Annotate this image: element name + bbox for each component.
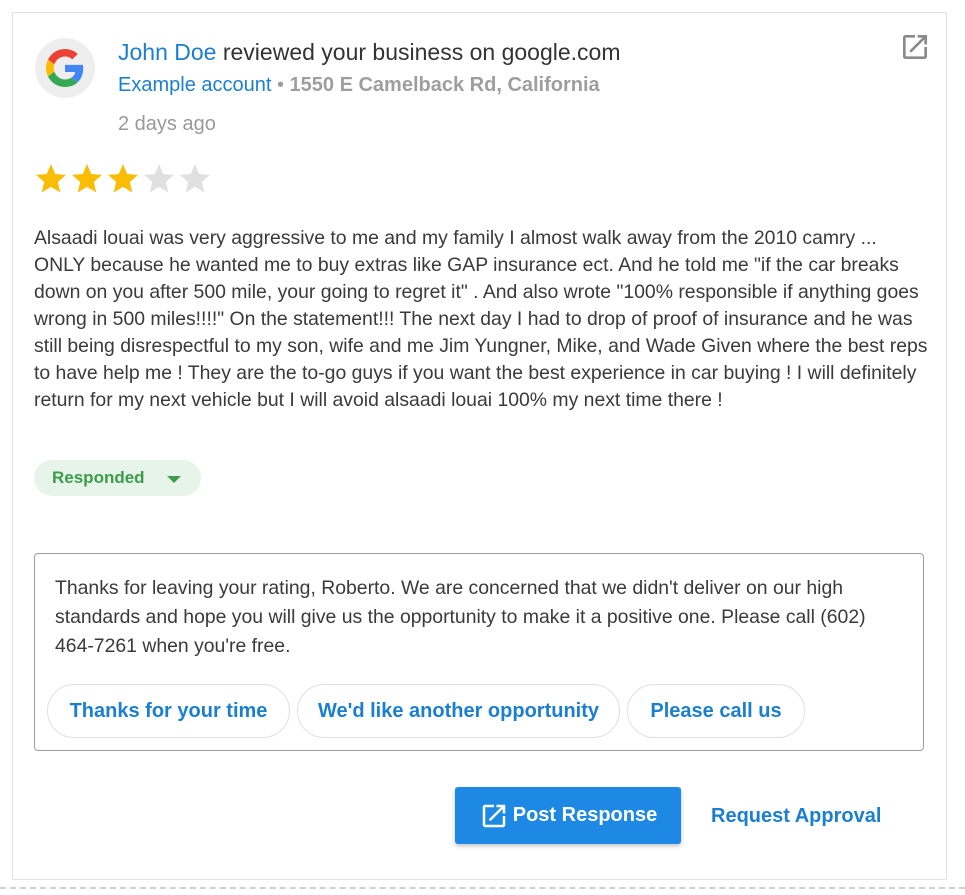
star-filled-icon — [72, 164, 102, 193]
review-subline: Example account • 1550 E Camelback Rd, C… — [118, 74, 600, 97]
account-link[interactable]: Example account — [118, 74, 271, 96]
star-empty-icon — [144, 164, 174, 193]
open-in-new-icon[interactable] — [899, 31, 931, 63]
response-text: Thanks for leaving your rating, Roberto.… — [55, 577, 866, 657]
post-response-button[interactable]: Post Response — [455, 787, 681, 844]
star-empty-icon — [180, 164, 210, 193]
suggestion-call-button[interactable]: Please call us — [627, 684, 805, 738]
responded-label: Responded — [52, 468, 145, 487]
google-logo-icon — [35, 38, 95, 98]
post-response-label: Post Response — [512, 804, 658, 826]
edit-square-icon — [482, 804, 505, 827]
business-address: 1550 E Camelback Rd, California — [289, 74, 600, 96]
responded-dropdown[interactable]: Responded — [34, 460, 201, 496]
review-card: John Doe reviewed your business on googl… — [12, 12, 947, 880]
suggestion-thanks-button[interactable]: Thanks for your time — [47, 684, 290, 738]
review-time: 2 days ago — [118, 113, 216, 135]
suggestion-opportunity-button[interactable]: We'd like another opportunity — [297, 684, 620, 738]
review-text: Alsaadi louai was very aggressive to me … — [34, 227, 928, 411]
separator: • — [271, 74, 290, 96]
header-suffix: reviewed your business on google.com — [216, 39, 621, 65]
request-approval-link[interactable]: Request Approval — [711, 805, 881, 828]
response-textarea[interactable]: Thanks for leaving your rating, Roberto.… — [34, 553, 924, 751]
star-filled-icon — [108, 164, 138, 193]
star-filled-icon — [36, 164, 66, 193]
review-header: John Doe reviewed your business on googl… — [118, 39, 620, 66]
divider — [0, 887, 965, 889]
caret-down-icon — [166, 476, 181, 483]
reviewer-name-link[interactable]: John Doe — [118, 39, 216, 65]
star-rating — [33, 161, 213, 197]
